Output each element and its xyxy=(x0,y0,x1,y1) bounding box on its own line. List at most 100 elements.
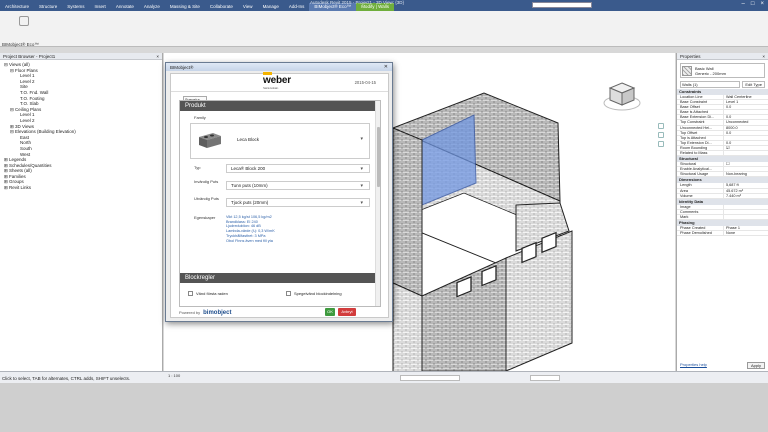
spegelvand-checkbox[interactable]: Spegelvänd blockindelning xyxy=(286,291,342,296)
property-row[interactable]: Phase Demolished None xyxy=(677,231,768,237)
properties-grid: Constraints Location Line Wall Centerline B… xyxy=(677,89,768,237)
property-value[interactable] xyxy=(723,214,768,219)
navigation-bar[interactable] xyxy=(658,123,666,163)
minimize-icon[interactable]: – xyxy=(742,1,745,7)
ribbon-tab[interactable]: Insert xyxy=(90,3,111,11)
ribbon-tab[interactable]: Systems xyxy=(62,3,89,11)
zoom-icon[interactable] xyxy=(658,132,664,138)
instance-filter-select[interactable]: Walls (1) xyxy=(680,81,741,88)
utvandig-puts-label: Utvändig Puts xyxy=(194,196,219,201)
viewcube-icon[interactable] xyxy=(602,79,642,113)
property-name: Base Constraint xyxy=(680,100,708,105)
property-value[interactable]: 5,687 ft xyxy=(723,183,768,188)
property-value[interactable]: None xyxy=(723,231,768,236)
dialog-footer: Powered by bimobject OK Avbryt xyxy=(179,308,385,317)
property-value[interactable]: 0.0 xyxy=(723,130,768,135)
ribbon-tab[interactable]: Add-Ins xyxy=(284,3,310,11)
close-icon[interactable]: ✕ xyxy=(384,64,388,70)
properties-help-link[interactable]: Properties help xyxy=(680,362,707,369)
ribbon-tab[interactable]: Collaborate xyxy=(205,3,238,11)
status-bar: Click to select, TAB for alternates, CTR… xyxy=(0,371,768,383)
egenskaper-label: Egenskaper xyxy=(194,215,216,220)
product-scroll-area[interactable]: Produkt Family Leca Block ▾ Typ Leca® Bl… xyxy=(179,100,381,307)
property-value[interactable]: 45.672 m² xyxy=(723,188,768,193)
product-property-line: Obol Finns även med fill yta xyxy=(226,238,273,243)
property-value[interactable]: Non-bearing xyxy=(723,172,768,177)
bimobject-icon xyxy=(19,16,29,26)
typ-select[interactable]: Leca® Block 200 ▾ xyxy=(226,164,370,173)
ribbon-panel-label: BIMobject® Eco™ xyxy=(2,42,39,47)
edit-type-button[interactable]: Edit Type xyxy=(742,81,765,88)
dialog-scrollbar[interactable] xyxy=(375,101,380,306)
properties-footer: Properties help Apply xyxy=(677,362,768,369)
property-value[interactable]: 0.0 xyxy=(723,140,768,145)
maximize-icon[interactable]: □ xyxy=(751,1,755,7)
properties-palette: Properties × Basic Wall Generic - 200mm … xyxy=(676,53,768,371)
invandig-puts-select[interactable]: Tunn puts (10mm) ▾ xyxy=(226,181,370,190)
utvandig-puts-select[interactable]: Tjock puts (20mm) ▾ xyxy=(226,198,370,207)
cancel-button[interactable]: Avbryt xyxy=(338,308,356,316)
vand-forsta-raden-checkbox[interactable]: Vänd första raden xyxy=(188,291,228,296)
property-value[interactable]: 0.0 xyxy=(723,115,768,120)
orbit-icon[interactable] xyxy=(658,141,664,147)
project-browser: Project Browser - Project1 × ⊟ Views (al… xyxy=(0,53,163,371)
property-name: Base is Attached xyxy=(680,110,709,115)
ribbon-tab[interactable]: Structure xyxy=(34,3,62,11)
wall-type-icon xyxy=(682,65,692,76)
close-icon[interactable]: × xyxy=(156,54,159,59)
property-value[interactable] xyxy=(723,204,768,209)
view-scale[interactable]: 1 : 100 xyxy=(168,373,180,378)
chevron-down-icon: ▾ xyxy=(360,183,363,189)
property-value[interactable] xyxy=(723,110,768,115)
property-name: Top is Attached xyxy=(680,135,706,140)
ribbon-tab[interactable]: Architecture xyxy=(0,3,34,11)
family-value: Leca Block xyxy=(237,137,260,142)
property-value[interactable]: 8000.0 xyxy=(723,125,768,130)
property-name: Related to Mass xyxy=(680,151,708,156)
property-name: Image xyxy=(680,204,691,209)
property-value[interactable]: ☑ xyxy=(723,145,768,151)
property-name: Structural Usage xyxy=(680,172,709,177)
property-value[interactable] xyxy=(723,209,768,214)
project-browser-title: Project Browser - Project1 xyxy=(3,54,56,59)
property-value[interactable] xyxy=(723,167,768,172)
property-name: Phase Demolished xyxy=(680,231,712,236)
property-value[interactable]: Level 1 xyxy=(723,100,768,105)
ribbon-panel xyxy=(0,11,768,47)
type-selector[interactable]: Basic Wall Generic - 200mm xyxy=(680,63,765,78)
property-name: Room Bounding xyxy=(680,145,708,150)
property-value[interactable]: ☐ xyxy=(723,162,768,167)
property-value[interactable]: Wall Centerline xyxy=(723,95,768,100)
property-value[interactable]: 0.0 xyxy=(723,105,768,110)
ribbon-tab[interactable]: Manage xyxy=(258,3,284,11)
close-window-icon[interactable]: × xyxy=(760,1,764,7)
help-search-input[interactable] xyxy=(532,2,592,8)
browser-tree-item[interactable]: ⊞ Revit Links xyxy=(0,185,162,191)
family-select[interactable]: Leca Block ▾ xyxy=(190,123,370,159)
property-name: Top Offset xyxy=(680,130,698,135)
property-value[interactable] xyxy=(723,135,768,140)
apply-button[interactable]: Apply xyxy=(746,362,765,369)
ribbon-tab[interactable]: Analyze xyxy=(139,3,165,11)
property-value[interactable] xyxy=(723,151,768,156)
ribbon-tab[interactable]: Massing & Site xyxy=(165,3,205,11)
scrollbar-thumb[interactable] xyxy=(377,127,380,187)
close-icon[interactable]: × xyxy=(762,54,765,59)
desktop-background xyxy=(0,383,768,432)
ok-button[interactable]: OK xyxy=(325,308,335,316)
bimobject-eco-button[interactable] xyxy=(4,13,44,45)
dialog-body: weber Saint-Gobain 2015-04-15 Svenska Pr… xyxy=(170,72,389,318)
steering-wheel-icon[interactable] xyxy=(658,123,664,129)
workset-combo[interactable] xyxy=(400,375,460,381)
property-name: Mark xyxy=(680,214,689,219)
ribbon-tab[interactable]: Annotate xyxy=(111,3,139,11)
property-value[interactable]: 7.440 m³ xyxy=(723,193,768,198)
property-value[interactable]: Unconnected xyxy=(723,120,768,125)
invandig-puts-label: Invändig Puts xyxy=(194,179,219,184)
property-value[interactable]: Phase 1 xyxy=(723,225,768,231)
ribbon-tab[interactable]: View xyxy=(238,3,258,11)
property-name: Top Constraint xyxy=(680,120,705,125)
design-option-combo[interactable] xyxy=(530,375,560,381)
properties-header: Properties × xyxy=(677,53,768,60)
section-produkt: Produkt xyxy=(180,101,380,111)
